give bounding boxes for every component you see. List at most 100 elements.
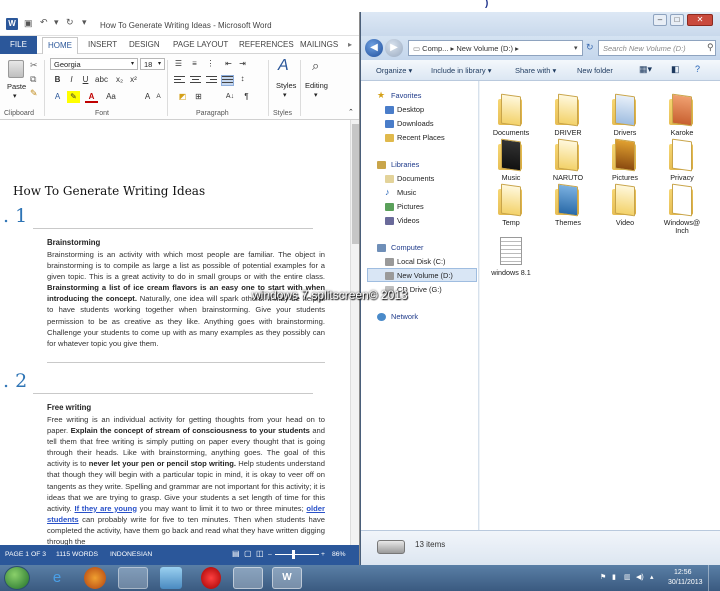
zoom-out-icon[interactable]: –: [268, 551, 272, 558]
document-page[interactable]: How To Generate Writing Ideas . 1 Brains…: [0, 120, 350, 545]
tray-chevron-icon[interactable]: ▴: [650, 573, 654, 581]
show-desktop-button[interactable]: [708, 565, 720, 591]
file-item[interactable]: windows 8.1: [486, 237, 536, 277]
increase-indent-icon[interactable]: ⇥: [236, 58, 249, 70]
vertical-scrollbar[interactable]: [350, 120, 359, 545]
hyperlink-young[interactable]: If they are young: [74, 504, 137, 513]
show-marks-button[interactable]: ¶: [240, 91, 253, 103]
underline-button[interactable]: U: [79, 74, 92, 86]
firefox-icon[interactable]: [84, 567, 106, 589]
chevron-down-icon[interactable]: ▾: [314, 91, 318, 99]
styles-icon[interactable]: A: [278, 57, 289, 75]
editing-button[interactable]: Editing: [305, 81, 328, 90]
file-item[interactable]: NARUTO: [543, 138, 593, 182]
nav-downloads[interactable]: Downloads: [397, 119, 434, 128]
zoom-in-icon[interactable]: +: [321, 551, 325, 558]
clock-date[interactable]: 30/11/2013: [668, 579, 703, 586]
network-tray-icon[interactable]: ▥: [624, 573, 631, 581]
minimize-button[interactable]: –: [653, 14, 667, 26]
include-in-library-menu[interactable]: Include in library ▾: [431, 66, 491, 75]
file-item[interactable]: Windows@ Inch: [657, 183, 707, 235]
font-family-combo[interactable]: Georgia ▾: [50, 58, 138, 70]
file-item[interactable]: Themes: [543, 183, 593, 227]
zoom-level[interactable]: 86%: [332, 551, 346, 558]
cut-icon[interactable]: ✂: [30, 60, 38, 71]
file-item[interactable]: Privacy: [657, 138, 707, 182]
new-folder-button[interactable]: New folder: [577, 66, 613, 75]
zoom-slider-thumb[interactable]: [291, 550, 295, 559]
search-input[interactable]: Search New Volume (D:): [598, 40, 716, 56]
redo-icon[interactable]: ↻: [66, 17, 74, 28]
font-size-combo[interactable]: 18 ▾: [140, 58, 165, 70]
nav-videos[interactable]: Videos: [397, 216, 419, 225]
shading-icon[interactable]: ◩: [176, 91, 189, 103]
tab-references[interactable]: REFERENCES: [239, 40, 294, 49]
tab-page-layout[interactable]: PAGE LAYOUT: [173, 40, 228, 49]
numbering-icon[interactable]: ≡: [188, 58, 201, 70]
copy-icon[interactable]: ⧉: [30, 74, 36, 85]
share-with-menu[interactable]: Share with ▾: [515, 66, 556, 75]
paste-button[interactable]: Paste: [7, 82, 26, 91]
search-icon[interactable]: ⚲: [707, 42, 714, 53]
battery-icon[interactable]: ▮: [612, 573, 616, 581]
superscript-icon[interactable]: x²: [127, 74, 140, 86]
maximize-button[interactable]: □: [670, 14, 684, 26]
italic-button[interactable]: I: [65, 74, 78, 86]
opera-icon[interactable]: [201, 567, 221, 589]
bold-button[interactable]: B: [51, 74, 64, 86]
customize-qat-icon[interactable]: ▾: [82, 17, 87, 28]
file-item[interactable]: Drivers: [600, 93, 650, 137]
tab-design[interactable]: DESIGN: [129, 40, 160, 49]
clock-time[interactable]: 12:56: [674, 569, 692, 576]
nav-music[interactable]: Music: [397, 188, 416, 197]
nav-pictures[interactable]: Pictures: [397, 202, 424, 211]
save-icon[interactable]: ▣: [24, 18, 33, 29]
shrink-font-button[interactable]: A: [152, 91, 165, 103]
chevron-down-icon[interactable]: ▾: [13, 92, 17, 100]
status-page[interactable]: PAGE 1 OF 3: [5, 551, 46, 558]
ie-icon[interactable]: e: [42, 567, 72, 589]
multilevel-list-icon[interactable]: ⋮: [204, 58, 217, 70]
scrollbar-thumb[interactable]: [352, 124, 359, 244]
borders-icon[interactable]: ⊞: [192, 91, 205, 103]
explorer-taskbar-icon[interactable]: [233, 567, 263, 589]
chevron-down-icon[interactable]: ▾: [158, 60, 161, 67]
flag-icon[interactable]: ⚑: [600, 573, 606, 581]
format-painter-icon[interactable]: ✎: [30, 88, 38, 99]
read-mode-icon[interactable]: ▤: [232, 549, 240, 558]
tab-mailings[interactable]: MAILINGS: [300, 40, 338, 49]
status-language[interactable]: INDONESIAN: [110, 551, 152, 558]
chevron-down-icon[interactable]: ▾: [131, 60, 134, 67]
decrease-indent-icon[interactable]: ⇤: [222, 58, 235, 70]
tab-insert[interactable]: INSERT: [88, 40, 117, 49]
paint-icon[interactable]: [118, 567, 148, 589]
web-layout-icon[interactable]: ◫: [256, 549, 264, 558]
zoom-slider[interactable]: [275, 554, 319, 555]
subscript-icon[interactable]: x₂: [113, 74, 126, 86]
file-item[interactable]: DRIVER: [543, 93, 593, 137]
refresh-icon[interactable]: ↻: [586, 42, 594, 53]
text-effects-icon[interactable]: A: [51, 91, 64, 103]
justify-icon[interactable]: [221, 75, 234, 86]
file-item[interactable]: Music: [486, 138, 536, 182]
app-icon[interactable]: [160, 567, 182, 589]
align-right-icon[interactable]: [206, 76, 217, 85]
binoculars-icon[interactable]: ⌕: [312, 58, 319, 74]
tab-file[interactable]: FILE: [0, 36, 37, 54]
line-spacing-icon[interactable]: ↕: [236, 73, 249, 85]
word-app-icon[interactable]: W: [6, 18, 18, 30]
align-left-icon[interactable]: [174, 76, 185, 85]
styles-button[interactable]: Styles: [276, 81, 296, 90]
change-case-button[interactable]: Aa: [102, 91, 120, 103]
font-color-icon[interactable]: A: [85, 91, 98, 103]
file-item[interactable]: Video: [600, 183, 650, 227]
word-taskbar-icon[interactable]: W: [272, 567, 302, 589]
address-bar[interactable]: ▭ Comp... ▸ New Volume (D:) ▸: [408, 40, 583, 56]
close-button[interactable]: ✕: [687, 14, 713, 26]
align-center-icon[interactable]: [190, 76, 201, 85]
file-item[interactable]: Documents: [486, 93, 536, 137]
file-item[interactable]: Pictures: [600, 138, 650, 182]
strikethrough-icon[interactable]: abc: [95, 74, 108, 86]
file-item[interactable]: Karoke: [657, 93, 707, 137]
chevron-down-icon[interactable]: ▾: [283, 91, 287, 99]
